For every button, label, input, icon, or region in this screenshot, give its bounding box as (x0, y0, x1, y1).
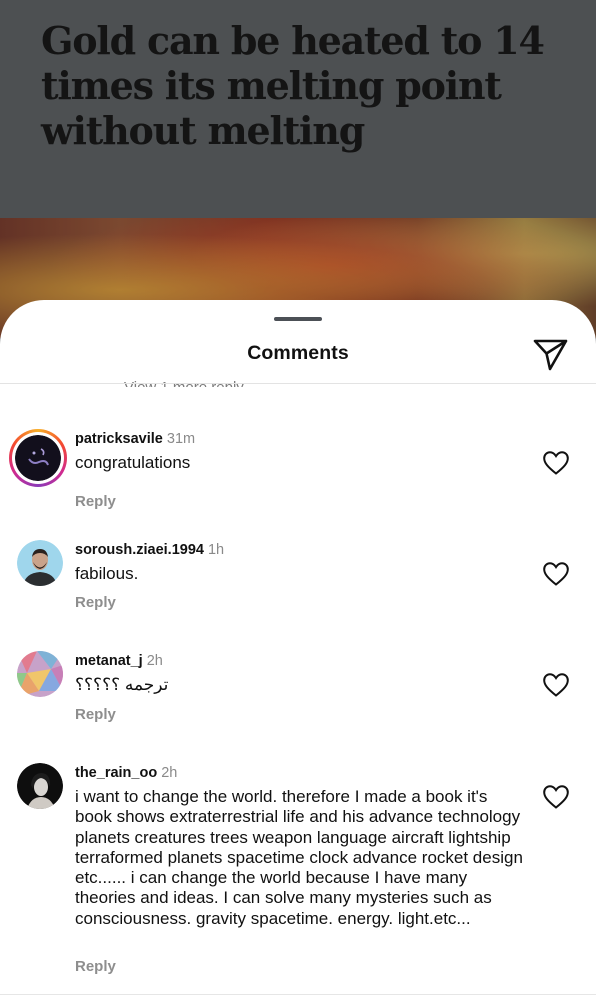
heart-outline-icon (543, 562, 569, 586)
heart-outline-icon (543, 451, 569, 475)
send-button[interactable] (530, 333, 570, 373)
comment-username[interactable]: patricksavile (75, 431, 163, 447)
comment-meta: patricksavile 31m (75, 431, 195, 447)
comment-time: 1h (207, 542, 225, 558)
comment-text: congratulations (75, 453, 191, 472)
reply-button[interactable]: Reply (75, 706, 116, 723)
comment-text: ترجمه ؟؟؟؟؟ (75, 675, 169, 694)
avatar[interactable] (17, 540, 63, 586)
avatar[interactable] (17, 651, 63, 697)
paper-plane-icon (533, 339, 568, 371)
header-divider (0, 383, 596, 384)
reply-button[interactable]: Reply (75, 594, 116, 611)
avatar (15, 435, 61, 481)
comment-username[interactable]: the_rain_oo (75, 765, 157, 781)
avatar[interactable] (17, 763, 63, 809)
comment-meta: metanat_j 2h (75, 653, 163, 669)
like-button[interactable] (542, 450, 570, 476)
like-button[interactable] (542, 561, 570, 587)
like-button[interactable] (542, 672, 570, 698)
like-button[interactable] (542, 784, 570, 810)
comment-meta: the_rain_oo 2h (75, 765, 177, 781)
article-headline: Gold can be heated to 14 times its melti… (41, 18, 545, 153)
comment-meta: soroush.ziaei.1994 1h (75, 542, 224, 558)
comment-time: 2h (161, 765, 178, 781)
comment-time: 31m (166, 431, 196, 447)
heart-outline-icon (543, 785, 569, 809)
comment-time: 2h (146, 653, 163, 669)
comment-username[interactable]: metanat_j (75, 653, 143, 669)
comment-text: i want to change the world. therefore I … (75, 787, 523, 928)
reply-button[interactable]: Reply (75, 958, 116, 975)
heart-outline-icon (543, 673, 569, 697)
footer-divider (0, 994, 596, 995)
comments-sheet: Comments View 1 more reply patricksavi (0, 300, 596, 1000)
sheet-drag-handle[interactable] (274, 317, 322, 321)
reply-button[interactable]: Reply (75, 493, 116, 510)
story-ring[interactable] (9, 429, 67, 487)
comment-text: fabilous. (75, 564, 139, 583)
sheet-title: Comments (247, 342, 349, 364)
view-more-replies-link[interactable]: View 1 more reply (124, 373, 244, 387)
comment-username[interactable]: soroush.ziaei.1994 (75, 542, 204, 558)
article-header: Gold can be heated to 14 times its melti… (0, 0, 596, 218)
